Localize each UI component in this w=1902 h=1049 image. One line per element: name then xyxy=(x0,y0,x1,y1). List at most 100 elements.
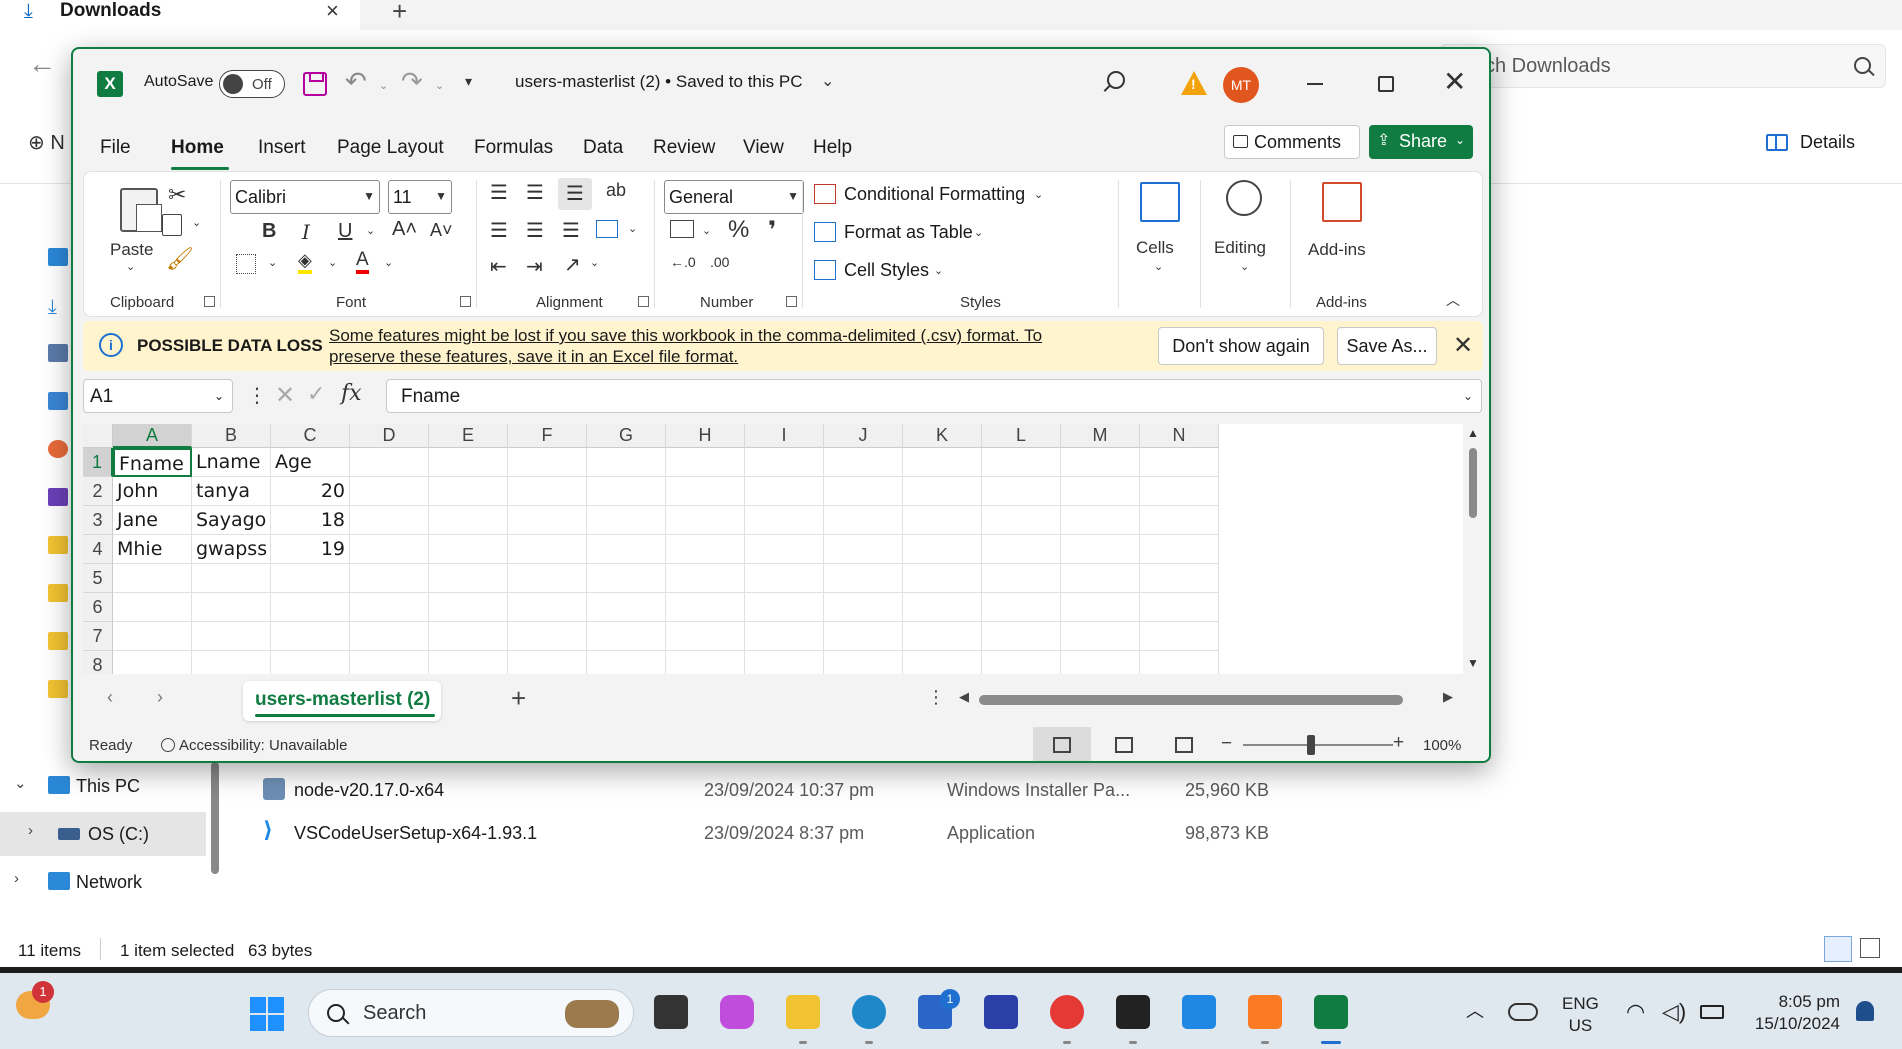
align-left-icon[interactable]: ☰ xyxy=(490,218,508,243)
zoom-in-button[interactable]: + xyxy=(1393,732,1404,754)
editing-button[interactable]: Editing ⌄ xyxy=(1204,178,1284,288)
cell[interactable] xyxy=(666,506,745,535)
undo-icon[interactable]: ↶ xyxy=(345,66,367,97)
cell[interactable] xyxy=(745,448,824,477)
tab-formulas[interactable]: Formulas xyxy=(474,137,553,159)
column-header[interactable]: K xyxy=(903,424,982,448)
redo-icon[interactable]: ↷ xyxy=(401,66,423,97)
column-header[interactable]: M xyxy=(1061,424,1140,448)
onedrive-icon[interactable] xyxy=(1508,1003,1538,1021)
cells-button[interactable]: Cells ⌄ xyxy=(1124,178,1194,288)
new-tab-button[interactable]: + xyxy=(392,0,407,27)
cell[interactable] xyxy=(192,622,271,651)
cell[interactable] xyxy=(429,593,508,622)
cell[interactable] xyxy=(587,506,666,535)
cell[interactable] xyxy=(982,477,1061,506)
cell[interactable]: 19 xyxy=(271,535,350,564)
row-header[interactable]: 6 xyxy=(83,593,113,622)
column-header[interactable]: B xyxy=(192,424,271,448)
minimize-icon[interactable] xyxy=(1307,83,1323,85)
volume-icon[interactable]: ◁) xyxy=(1662,999,1686,1025)
cell[interactable]: gwapss xyxy=(192,535,271,564)
avatar[interactable]: MT xyxy=(1223,67,1259,103)
expand-chevron-icon[interactable]: › xyxy=(28,822,33,839)
file-row[interactable]: ⟩ VSCodeUserSetup-x64-1.93.1 23/09/2024 … xyxy=(260,815,1340,851)
task-view-icon[interactable] xyxy=(654,995,688,1029)
cell[interactable] xyxy=(113,564,192,593)
start-button[interactable] xyxy=(250,997,286,1033)
workbook-title[interactable]: users-masterlist (2) • Saved to this PC xyxy=(515,72,802,92)
cell[interactable] xyxy=(824,477,903,506)
font-size-select[interactable]: 11 ▼ xyxy=(388,180,452,214)
cell[interactable] xyxy=(1140,651,1219,674)
accounting-dropdown-icon[interactable]: ⌄ xyxy=(702,224,711,237)
cell[interactable] xyxy=(113,593,192,622)
search-icon[interactable] xyxy=(1107,71,1125,89)
cell[interactable] xyxy=(350,622,429,651)
next-sheet-icon[interactable]: › xyxy=(157,687,163,708)
more-options-icon[interactable]: ⋮ xyxy=(927,687,945,708)
cell[interactable] xyxy=(982,593,1061,622)
edge-icon[interactable] xyxy=(852,995,886,1044)
column-header[interactable]: G xyxy=(587,424,666,448)
cell[interactable] xyxy=(1061,651,1140,674)
collapse-chevron-icon[interactable]: ⌄ xyxy=(14,774,27,792)
cell[interactable] xyxy=(113,651,192,674)
cell[interactable]: Age xyxy=(271,448,350,477)
cell[interactable] xyxy=(508,651,587,674)
collapse-ribbon-icon[interactable]: ︿ xyxy=(1446,290,1460,310)
file-explorer-icon[interactable] xyxy=(786,995,820,1044)
tab-insert[interactable]: Insert xyxy=(258,137,306,159)
cell[interactable] xyxy=(350,564,429,593)
cell[interactable] xyxy=(271,564,350,593)
tab-home[interactable]: Home xyxy=(171,137,224,159)
cell[interactable] xyxy=(271,651,350,674)
taskbar-search-box[interactable]: Search xyxy=(308,989,634,1037)
cell[interactable]: Lname xyxy=(192,448,271,477)
share-chevron-icon[interactable]: ⌄ xyxy=(1455,133,1465,147)
formula-input[interactable]: Fname ⌄ xyxy=(386,379,1482,413)
cell[interactable] xyxy=(350,651,429,674)
cell[interactable] xyxy=(429,477,508,506)
tab-help[interactable]: Help xyxy=(813,137,852,159)
cell[interactable] xyxy=(587,564,666,593)
cell[interactable] xyxy=(508,622,587,651)
zoom-out-button[interactable]: − xyxy=(1221,733,1232,755)
column-header[interactable]: J xyxy=(824,424,903,448)
column-header[interactable]: C xyxy=(271,424,350,448)
merge-center-icon[interactable] xyxy=(596,220,618,238)
cell[interactable] xyxy=(903,593,982,622)
cell[interactable] xyxy=(192,651,271,674)
cell[interactable] xyxy=(192,564,271,593)
cell[interactable] xyxy=(1061,506,1140,535)
copilot-icon[interactable] xyxy=(720,995,754,1029)
redo-dropdown-icon[interactable]: ⌄ xyxy=(435,79,444,92)
file-row[interactable]: node-v20.17.0-x64 23/09/2024 10:37 pm Wi… xyxy=(260,772,1340,808)
show-hidden-icons-icon[interactable]: ︿ xyxy=(1466,997,1484,1023)
add-sheet-button[interactable]: + xyxy=(511,683,526,714)
cell[interactable]: Sayago xyxy=(192,506,271,535)
tab-review[interactable]: Review xyxy=(653,137,715,159)
nav-item-this-pc[interactable]: ⌄ This PC xyxy=(0,764,206,808)
more-options-icon[interactable]: ⋮ xyxy=(247,383,267,408)
cell[interactable] xyxy=(982,651,1061,674)
scroll-right-icon[interactable]: ▶ xyxy=(1443,689,1453,705)
nav-item-os-c[interactable]: › OS (C:) xyxy=(0,812,206,856)
cell[interactable] xyxy=(350,593,429,622)
column-header[interactable]: N xyxy=(1140,424,1219,448)
save-icon[interactable] xyxy=(303,72,327,96)
details-button[interactable]: Details xyxy=(1766,132,1855,153)
cell[interactable]: Jane xyxy=(113,506,192,535)
expand-chevron-icon[interactable]: › xyxy=(14,870,19,887)
decrease-decimal-icon[interactable]: .00 xyxy=(710,254,729,270)
column-header[interactable]: A xyxy=(113,424,192,448)
cell[interactable] xyxy=(745,535,824,564)
customize-toolbar-icon[interactable]: ▾ xyxy=(465,73,472,90)
close-icon[interactable]: ✕ xyxy=(1453,331,1473,360)
7zip-icon[interactable] xyxy=(1116,995,1150,1044)
cell[interactable] xyxy=(429,651,508,674)
cell[interactable] xyxy=(903,506,982,535)
cell[interactable] xyxy=(1061,535,1140,564)
italic-button[interactable]: I xyxy=(302,220,310,244)
cell[interactable] xyxy=(982,506,1061,535)
